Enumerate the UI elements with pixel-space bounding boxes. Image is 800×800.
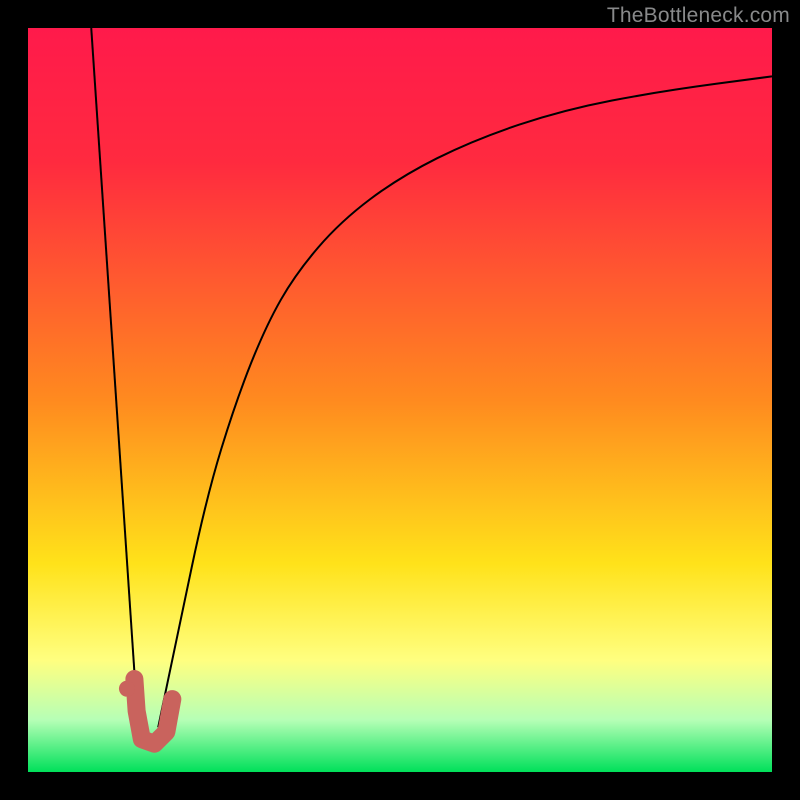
right-branch xyxy=(158,76,772,727)
marker-dot xyxy=(119,681,135,697)
curves-layer xyxy=(28,28,772,772)
plot-area xyxy=(28,28,772,772)
watermark-text: TheBottleneck.com xyxy=(607,4,790,28)
left-branch xyxy=(91,28,138,727)
outer-frame: TheBottleneck.com xyxy=(0,0,800,800)
